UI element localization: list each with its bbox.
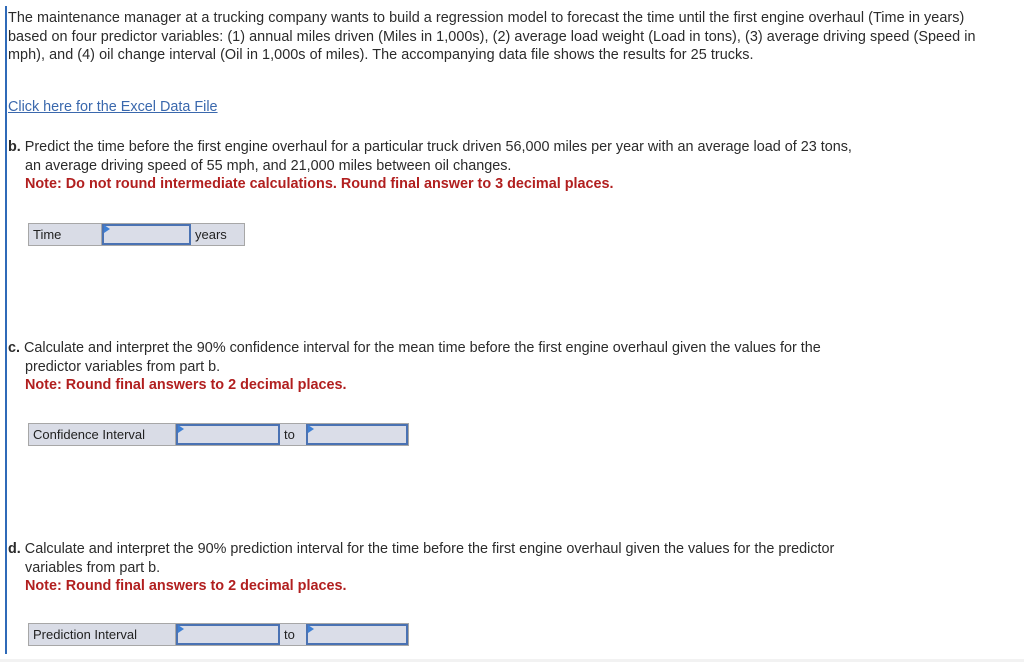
problem-intro: The maintenance manager at a trucking co…: [8, 10, 976, 63]
confidence-interval-table: Confidence Interval to: [28, 423, 409, 446]
time-label: Time: [29, 224, 102, 245]
part-d-text: Calculate and interpret the 90% predicti…: [20, 541, 835, 557]
confidence-interval-label: Confidence Interval: [29, 424, 176, 445]
part-d: d. Calculate and interpret the 90% predi…: [8, 540, 998, 596]
part-d-note: Note: Round final answers to 2 decimal p…: [25, 578, 347, 594]
part-b-text-cont: an average driving speed of 55 mph, and …: [25, 157, 512, 174]
part-c-question: c. Calculate and interpret the 90% confi…: [8, 339, 998, 358]
time-answer-table: Time years: [28, 223, 245, 246]
excel-data-file-link[interactable]: Click here for the Excel Data File: [8, 99, 218, 115]
prediction-interval-label: Prediction Interval: [29, 624, 176, 645]
input-flag-icon: [178, 625, 184, 633]
part-b-question: b. Predict the time before the first eng…: [8, 138, 998, 157]
ci-lower-input[interactable]: [178, 426, 278, 443]
pi-to-label: to: [284, 627, 295, 642]
part-d-letter: d.: [8, 541, 21, 557]
ci-upper-input[interactable]: [308, 426, 406, 443]
part-c-letter: c.: [8, 340, 21, 356]
left-accent-bar: [5, 6, 7, 654]
ci-upper-wrapper: [306, 424, 408, 445]
part-b-text: Predict the time before the first engine…: [20, 139, 852, 155]
input-flag-icon: [308, 425, 314, 433]
pi-lower-wrapper: [176, 624, 280, 645]
part-d-question: d. Calculate and interpret the 90% predi…: [8, 540, 998, 559]
input-flag-icon: [178, 425, 184, 433]
pi-lower-input[interactable]: [178, 626, 278, 643]
bottom-divider: [0, 659, 1024, 662]
part-c-note: Note: Round final answers to 2 decimal p…: [25, 377, 347, 393]
pi-upper-wrapper: [306, 624, 408, 645]
part-b-note: Note: Do not round intermediate calculat…: [25, 176, 614, 192]
time-input-wrapper: [102, 224, 191, 245]
part-b-letter: b.: [8, 139, 21, 155]
part-c-text: Calculate and interpret the 90% confiden…: [20, 340, 821, 356]
time-input[interactable]: [104, 226, 189, 243]
ci-lower-wrapper: [176, 424, 280, 445]
prediction-interval-table: Prediction Interval to: [28, 623, 409, 646]
part-c: c. Calculate and interpret the 90% confi…: [8, 339, 998, 395]
part-d-text-cont: variables from part b.: [25, 559, 161, 576]
pi-upper-input[interactable]: [308, 626, 406, 643]
years-unit-label: years: [195, 227, 227, 242]
input-flag-icon: [308, 625, 314, 633]
part-c-text-cont: predictor variables from part b.: [25, 358, 221, 375]
input-flag-icon: [104, 225, 110, 233]
part-b: b. Predict the time before the first eng…: [8, 138, 998, 194]
ci-to-label: to: [284, 427, 295, 442]
